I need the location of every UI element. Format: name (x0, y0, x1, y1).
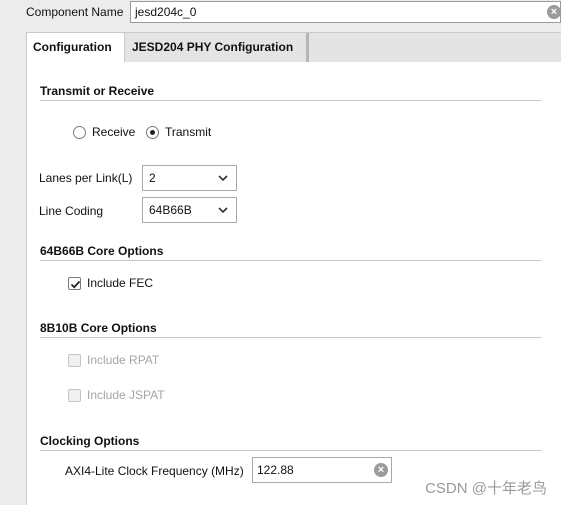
axi-clock-frequency-value: 122.88 (257, 463, 294, 477)
section-divider (40, 260, 542, 261)
lanes-per-link-label: Lanes per Link(L) (39, 171, 133, 185)
include-rpat-checkbox[interactable] (68, 354, 81, 367)
receive-radio-label: Receive (92, 125, 136, 139)
section-divider (40, 100, 542, 101)
include-jspat-label: Include JSPAT (87, 388, 165, 402)
component-name-label: Component Name (26, 5, 124, 19)
receive-radio[interactable] (73, 126, 86, 139)
lanes-per-link-value: 2 (149, 171, 156, 185)
section-title-transmit-receive: Transmit or Receive (40, 84, 155, 98)
tab-bar: Configuration JESD204 PHY Configuration (27, 33, 561, 62)
include-rpat-label: Include RPAT (87, 353, 160, 367)
tab-jesd204-phy-configuration[interactable]: JESD204 PHY Configuration (126, 33, 309, 62)
component-name-bar: Component Name jesd204c_0 × (0, 0, 561, 26)
include-fec-checkbox[interactable] (68, 277, 81, 290)
clear-icon[interactable]: × (547, 5, 561, 19)
watermark-text: CSDN @十年老鸟 (425, 480, 547, 497)
line-coding-label: Line Coding (39, 204, 104, 218)
axi-clock-frequency-label: AXI4-Lite Clock Frequency (MHz) (65, 464, 244, 478)
configuration-panel: Configuration JESD204 PHY Configuration … (26, 32, 561, 505)
component-name-input[interactable]: jesd204c_0 (130, 1, 561, 23)
section-divider (40, 337, 542, 338)
include-jspat-checkbox[interactable] (68, 389, 81, 402)
include-fec-label: Include FEC (87, 276, 154, 290)
clear-icon[interactable]: × (374, 463, 388, 477)
chevron-down-icon (218, 175, 228, 182)
section-title-clocking-options: Clocking Options (40, 434, 140, 448)
tab-configuration[interactable]: Configuration (27, 33, 125, 62)
line-coding-value: 64B66B (149, 203, 192, 217)
lanes-per-link-select[interactable]: 2 (142, 165, 237, 191)
line-coding-select[interactable]: 64B66B (142, 197, 237, 223)
chevron-down-icon (218, 207, 228, 214)
transmit-radio[interactable] (146, 126, 159, 139)
section-title-64b66b-core-options: 64B66B Core Options (40, 244, 164, 258)
section-divider (40, 450, 542, 451)
section-title-8b10b-core-options: 8B10B Core Options (40, 321, 157, 335)
axi-clock-frequency-input[interactable]: 122.88 × (252, 457, 392, 483)
transmit-radio-label: Transmit (165, 125, 212, 139)
check-icon (70, 280, 81, 289)
